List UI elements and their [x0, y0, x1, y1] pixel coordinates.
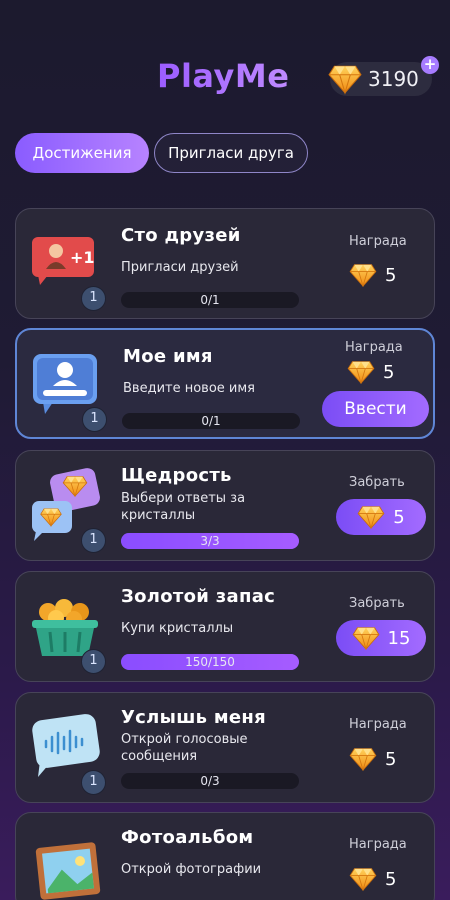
progress-text: 150/150 [185, 655, 235, 669]
claim-button[interactable]: 15 [336, 620, 426, 656]
app-logo: PlayMe [157, 57, 290, 95]
level-badge: 1 [82, 407, 107, 432]
add-crystals-button[interactable]: + [421, 56, 439, 74]
crystal-icon [349, 263, 377, 287]
reward-amount: 5 [349, 867, 396, 891]
reward-value: 15 [387, 627, 411, 649]
level-badge: 1 [81, 649, 106, 674]
reward-value: 5 [393, 506, 405, 528]
achievement-card[interactable]: +1 1 Сто друзей Пригласи друзей 0/1 Нагр… [15, 208, 435, 319]
achievement-card[interactable]: 1 Золотой запас Купи кристаллы 150/150 З… [15, 571, 435, 682]
achievement-card[interactable]: 1 Щедрость Выбери ответы за кристаллы 3/… [15, 450, 435, 561]
reward-label: Награда [349, 234, 407, 249]
achievement-description: Открой голосовые сообщения [121, 732, 248, 764]
progress-bar: 3/3 [121, 533, 299, 549]
achievement-description: Выбери ответы за кристаллы [121, 491, 246, 523]
achievement-title: Услышь меня [121, 707, 266, 728]
achievement-card[interactable]: 1 Услышь меня Открой голосовые сообщения… [15, 692, 435, 803]
achievement-title: Фотоальбом [121, 827, 254, 848]
header: PlayMe 3190 + [0, 0, 450, 120]
achievement-title: Золотой запас [121, 586, 276, 607]
level-badge: 1 [81, 286, 106, 311]
achievement-description: Купи кристаллы [121, 621, 234, 636]
progress-text: 0/1 [200, 293, 220, 307]
achievement-description: Открой фотографии [121, 862, 262, 877]
achievement-title: Сто друзей [121, 225, 241, 246]
achievement-description: Пригласи друзей [121, 260, 239, 275]
reward-amount: 5 [347, 360, 394, 384]
reward-label: Забрать [349, 475, 405, 490]
crystal-icon [352, 626, 380, 650]
progress-bar: 0/3 [121, 773, 299, 789]
enter-name-button[interactable]: Ввести [322, 391, 429, 427]
progress-bar: 0/1 [121, 292, 299, 308]
progress-text: 0/3 [200, 774, 220, 788]
balance-value: 3190 [368, 67, 419, 91]
reward-value: 5 [383, 361, 395, 383]
reward-value: 5 [385, 748, 397, 770]
reward-value: 5 [385, 868, 397, 890]
crystal-balance[interactable]: 3190 [330, 62, 432, 96]
reward-label: Награда [345, 340, 403, 355]
claim-button[interactable]: 5 [336, 499, 426, 535]
crystal-icon [349, 747, 377, 771]
tab-achievements[interactable]: Достижения [15, 133, 149, 173]
crystal-icon [349, 867, 377, 891]
crystal-icon [328, 62, 362, 96]
achievement-card[interactable]: Фотоальбом Открой фотографии Награда 5 [15, 812, 435, 900]
progress-text: 3/3 [200, 534, 220, 548]
achievement-card[interactable]: 1 Мое имя Введите новое имя 0/1 Награда … [15, 328, 435, 439]
reward-label: Забрать [349, 596, 405, 611]
reward-value: 5 [385, 264, 397, 286]
progress-bar: 0/1 [122, 413, 300, 429]
reward-amount: 5 [349, 263, 396, 287]
reward-label: Награда [349, 717, 407, 732]
level-badge: 1 [81, 528, 106, 553]
tab-invite-friend[interactable]: Пригласи друга [154, 133, 308, 173]
achievement-description: Введите новое имя [123, 381, 255, 396]
reward-label: Награда [349, 837, 407, 852]
progress-bar: 150/150 [121, 654, 299, 670]
crystal-icon [347, 360, 375, 384]
crystal-icon [357, 505, 385, 529]
progress-text: 0/1 [201, 414, 221, 428]
achievement-title: Мое имя [123, 346, 213, 367]
level-badge: 1 [81, 770, 106, 795]
achievement-title: Щедрость [121, 465, 232, 486]
reward-amount: 5 [349, 747, 396, 771]
photo-frame-icon [35, 842, 101, 900]
svg-text:+1: +1 [70, 248, 95, 267]
